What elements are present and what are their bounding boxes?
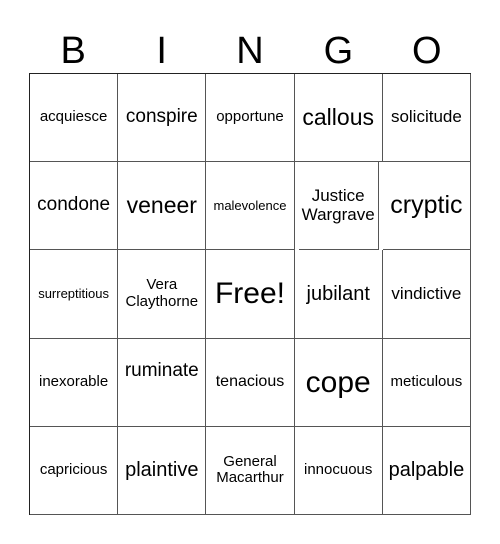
- bingo-cell: innocuous: [294, 426, 383, 515]
- cell-text: capricious: [39, 461, 108, 479]
- bingo-cell: palpable: [382, 426, 471, 515]
- cell-text: vindictive: [391, 283, 462, 303]
- bingo-cell: veneer: [118, 162, 207, 251]
- bingo-cell: Justice Wargrave: [298, 162, 379, 251]
- cell-text: cope: [305, 365, 371, 399]
- cell-text: General Macarthur: [216, 452, 284, 487]
- cell-text: Free!: [214, 277, 285, 311]
- cell-text: innocuous: [304, 461, 373, 479]
- cell-text: surreptitious: [38, 285, 109, 301]
- bingo-cell: solicitude: [382, 74, 471, 163]
- cell-text: opportune: [216, 108, 284, 126]
- cell-text: Justice Wargrave: [301, 186, 375, 224]
- cell-text: condone: [37, 194, 111, 216]
- bingo-cell: plaintive: [118, 426, 207, 515]
- bingo-cell: cope: [294, 338, 383, 427]
- bingo-cell: Free!: [206, 250, 295, 339]
- bingo-cell: malevolence: [206, 162, 295, 251]
- cell-text: meticulous: [390, 372, 463, 390]
- cell-text: veneer: [126, 192, 197, 219]
- bingo-cell: surreptitious: [30, 250, 119, 339]
- bingo-header: B I N G O: [29, 28, 471, 74]
- bingo-cell: acquiesce: [30, 74, 119, 163]
- bingo-cell: General Macarthur: [206, 426, 295, 515]
- bingo-cell: Vera Claythorne: [118, 250, 207, 339]
- cell-text: plaintive: [125, 459, 199, 482]
- bingo-cell: inexorable: [30, 338, 119, 427]
- cell-text: conspire: [125, 106, 198, 128]
- cell-text: ruminate: [124, 359, 199, 381]
- cell-text: cryptic: [390, 191, 463, 220]
- cell-text: jubilant: [306, 282, 370, 305]
- bingo-cell: tenacious: [206, 338, 295, 427]
- cell-text: callous: [302, 103, 374, 130]
- cell-text: acquiesce: [39, 108, 108, 126]
- header-letter-n: N: [236, 30, 264, 72]
- cell-text: tenacious: [215, 373, 285, 391]
- bingo-cell: condone: [30, 162, 119, 251]
- cell-text: inexorable: [38, 372, 109, 390]
- cell-text: Vera Claythorne: [125, 276, 199, 310]
- bingo-cell: capricious: [30, 426, 119, 515]
- cell-text: solicitude: [390, 107, 462, 127]
- bingo-grid: acquiesce conspire opportune callous sol…: [29, 73, 471, 515]
- bingo-cell: ruminate: [118, 338, 207, 427]
- bingo-cell: jubilant: [294, 250, 383, 339]
- header-letter-g: G: [323, 30, 354, 72]
- header-letter-i: I: [156, 30, 167, 72]
- bingo-cell: callous: [294, 74, 383, 163]
- bingo-cell: meticulous: [382, 338, 471, 427]
- bingo-cell: conspire: [118, 74, 207, 163]
- bingo-cell: opportune: [206, 74, 295, 163]
- bingo-cell: vindictive: [382, 250, 471, 339]
- cell-text: malevolence: [213, 197, 287, 213]
- header-letter-o: O: [412, 30, 442, 72]
- header-letter-b: B: [60, 30, 86, 72]
- cell-text: palpable: [388, 459, 465, 482]
- bingo-cell: cryptic: [382, 162, 471, 251]
